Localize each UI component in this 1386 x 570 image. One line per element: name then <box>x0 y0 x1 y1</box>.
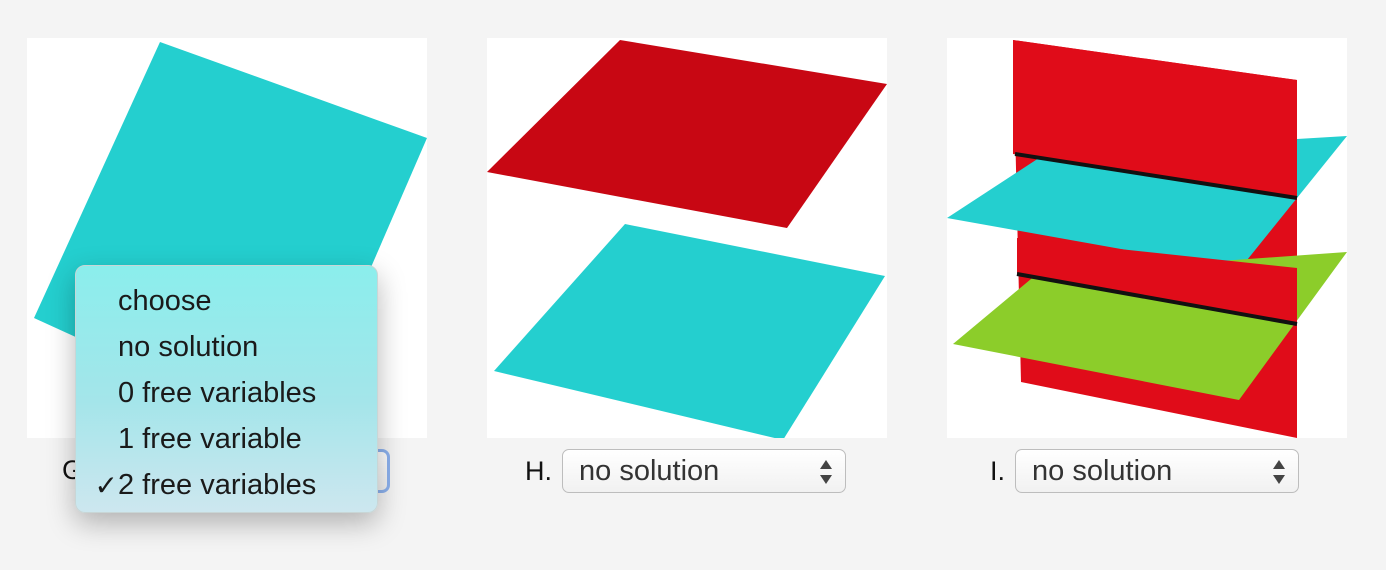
select-g-dropdown-menu: choose no solution 0 free variables 1 fr… <box>75 265 378 513</box>
option-label: choose <box>118 284 212 317</box>
caption-h: H. no solution <box>525 448 846 494</box>
select-i-value: no solution <box>1032 454 1173 487</box>
plane-image-i <box>947 38 1347 438</box>
option-label: 2 free variables <box>118 468 317 501</box>
option-label: 1 free variable <box>118 422 302 455</box>
option-label: no solution <box>118 330 259 363</box>
plane-image-h <box>487 38 887 438</box>
three-planes-diagram <box>947 40 1347 438</box>
label-h: H. <box>525 455 552 486</box>
cyan-plane <box>494 224 885 438</box>
option-2-free-variables[interactable]: ✓ 2 free variables <box>76 462 377 508</box>
red-plane <box>487 40 887 228</box>
parallel-planes-diagram <box>487 40 887 438</box>
option-label: 0 free variables <box>118 376 317 409</box>
option-1-free-variable[interactable]: 1 free variable <box>76 416 377 462</box>
checkmark-icon: ✓ <box>94 469 118 501</box>
select-i[interactable]: no solution <box>1015 449 1300 493</box>
option-choose[interactable]: choose <box>76 278 377 324</box>
label-i: I. <box>990 455 1006 486</box>
up-down-arrows-icon <box>1273 460 1286 484</box>
up-down-arrows-icon <box>820 460 832 484</box>
caption-i: I. no solution <box>990 448 1300 494</box>
option-0-free-variables[interactable]: 0 free variables <box>76 370 377 416</box>
option-no-solution[interactable]: no solution <box>76 324 377 370</box>
select-h-value: no solution <box>579 454 720 487</box>
select-h[interactable]: no solution <box>562 449 846 493</box>
